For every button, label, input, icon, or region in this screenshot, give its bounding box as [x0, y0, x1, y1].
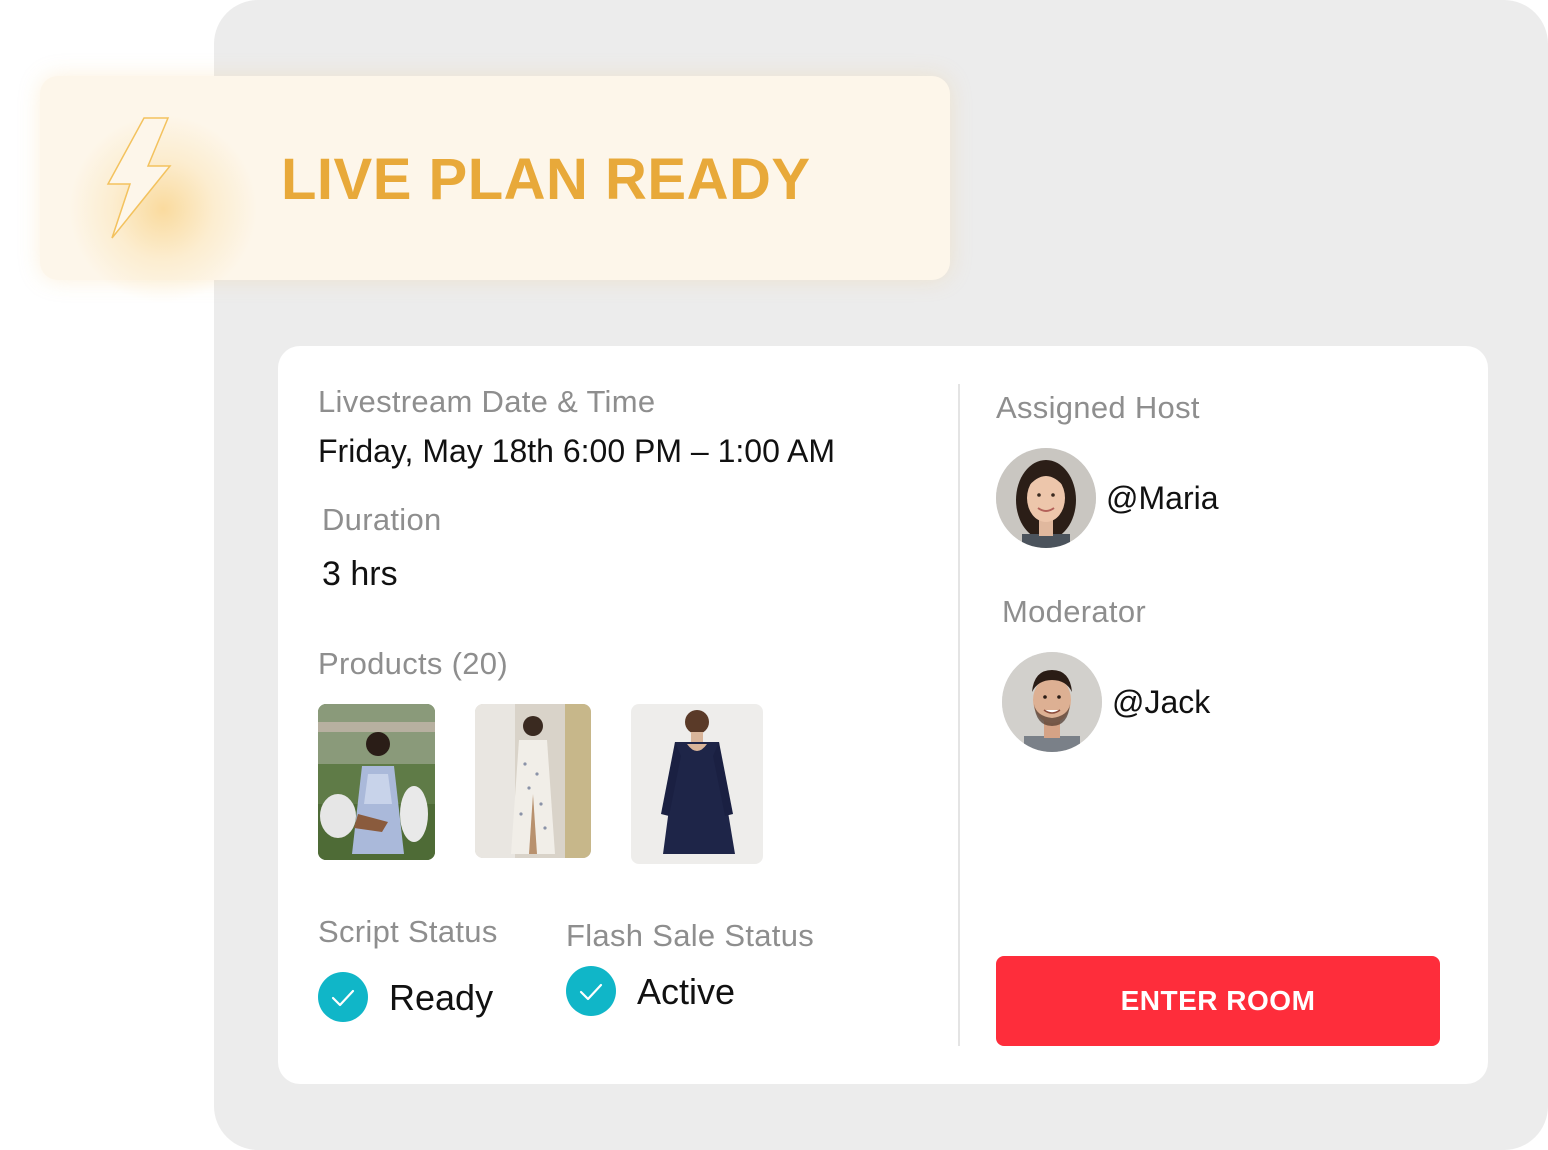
script-status-label: Script Status: [318, 914, 498, 949]
product-thumbnail-3[interactable]: [631, 704, 763, 864]
floral-blue-dress-photo: [318, 704, 435, 860]
column-divider: [958, 384, 960, 1046]
product-thumbnail-1[interactable]: [318, 704, 435, 860]
white-floral-slip-dress-photo: [475, 704, 591, 858]
schedule-value: Friday, May 18th 6:00 PM – 1:00 AM: [318, 433, 835, 469]
moderator-label: Moderator: [1002, 594, 1146, 629]
lightning-bolt-icon: [106, 117, 172, 239]
moderator-avatar[interactable]: [1002, 652, 1102, 752]
moderator-handle: @Jack: [1112, 684, 1211, 720]
flash-sale-status-value: Active: [637, 971, 736, 1012]
product-thumbnail-2[interactable]: [475, 704, 591, 858]
assigned-host-label: Assigned Host: [996, 390, 1200, 425]
live-plan-screen: LIVE PLAN READY Livestream Date & Time F…: [0, 0, 1548, 1150]
duration-label: Duration: [322, 502, 442, 537]
banner-title: LIVE PLAN READY: [281, 147, 811, 212]
host-portrait: [996, 448, 1096, 548]
navy-velvet-dress-photo: [631, 704, 763, 864]
check-circle-icon: [566, 966, 616, 1016]
check-circle-icon: [318, 972, 368, 1022]
flash-sale-status-label: Flash Sale Status: [566, 918, 815, 953]
products-label: Products (20): [318, 646, 508, 681]
duration-value: 3 hrs: [322, 555, 398, 593]
host-handle: @Maria: [1106, 480, 1219, 516]
script-status-value: Ready: [389, 977, 494, 1018]
schedule-label: Livestream Date & Time: [318, 384, 656, 419]
moderator-portrait: [1002, 652, 1102, 752]
host-avatar[interactable]: [996, 448, 1096, 548]
enter-room-button[interactable]: ENTER ROOM: [996, 956, 1440, 1046]
